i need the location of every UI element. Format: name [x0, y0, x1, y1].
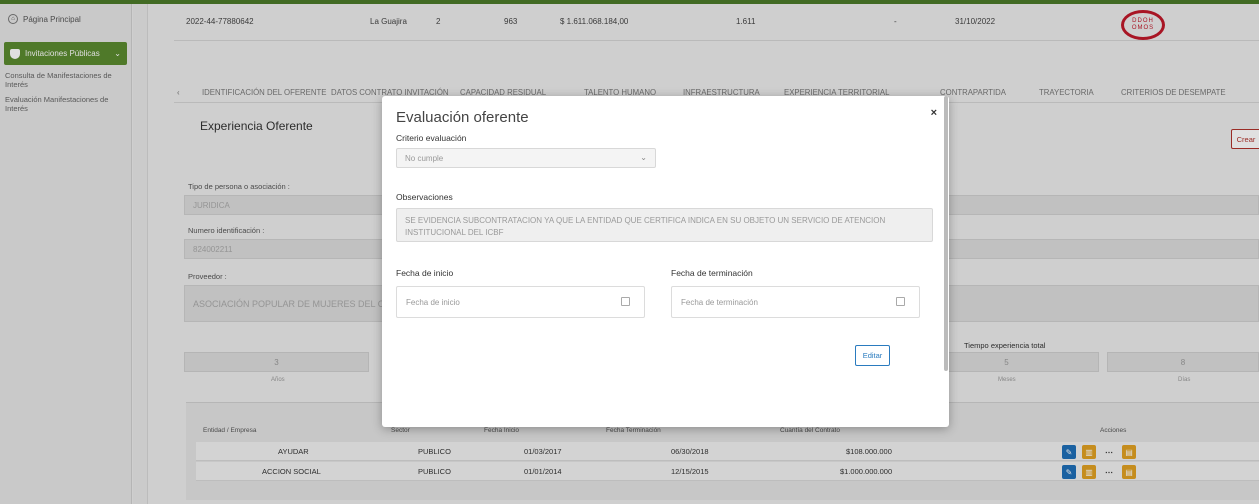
- modal-scrollbar[interactable]: [944, 96, 948, 371]
- modal-title: Evaluación oferente: [396, 109, 529, 126]
- criterio-value: No cumple: [405, 153, 444, 163]
- close-icon[interactable]: ×: [931, 107, 937, 119]
- criterio-label: Criterio evaluación: [396, 133, 467, 143]
- fecha-inicio-label: Fecha de inicio: [396, 268, 454, 278]
- observaciones-textarea[interactable]: SE EVIDENCIA SUBCONTRATACION YA QUE LA E…: [396, 208, 933, 242]
- fecha-inicio-placeholder: Fecha de inicio: [406, 297, 460, 307]
- fecha-inicio-input[interactable]: Fecha de inicio: [396, 286, 645, 318]
- fecha-fin-placeholder: Fecha de terminación: [681, 297, 758, 307]
- editar-button[interactable]: Editar: [855, 345, 890, 366]
- observaciones-label: Observaciones: [396, 192, 453, 202]
- fecha-fin-input[interactable]: Fecha de terminación: [671, 286, 920, 318]
- calendar-icon[interactable]: [621, 297, 630, 306]
- fecha-fin-label: Fecha de terminación: [671, 268, 753, 278]
- criterio-select[interactable]: No cumple ⌄: [396, 148, 656, 168]
- evaluacion-modal: Evaluación oferente × Criterio evaluació…: [382, 96, 949, 427]
- chevron-down-icon: ⌄: [640, 153, 647, 162]
- calendar-icon[interactable]: [896, 297, 905, 306]
